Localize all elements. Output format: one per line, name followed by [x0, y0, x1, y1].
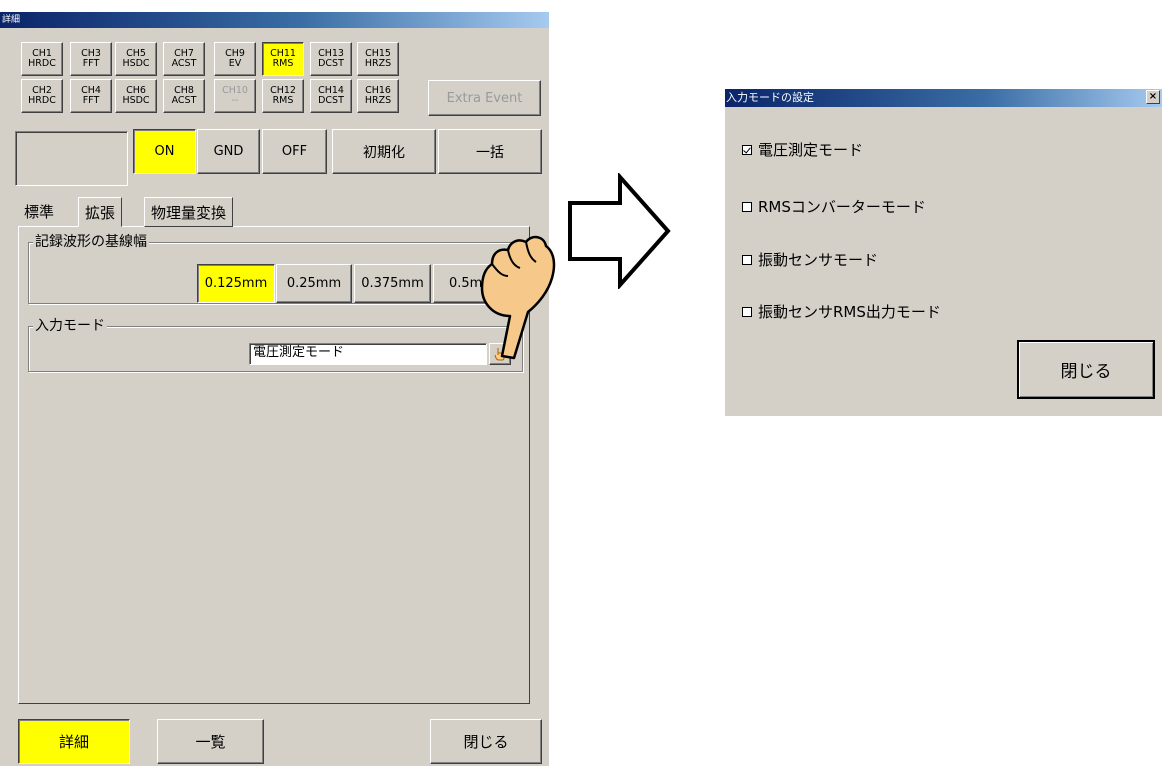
tab-physical-conversion[interactable]: 物理量変換: [144, 197, 234, 227]
input-mode-field: 電圧測定モード: [249, 343, 487, 365]
channel-button-ch11[interactable]: CH11 RMS: [262, 42, 304, 76]
channel-button-ch12[interactable]: CH12 RMS: [262, 79, 304, 113]
channel-button-ch1[interactable]: CH1 HRDC: [21, 42, 63, 76]
channel-button-ch3[interactable]: CH3 FFT: [70, 42, 112, 76]
dialog-title: 入力モードの設定: [726, 91, 814, 104]
tab-panel: 記録波形の基線幅 0.125mm 0.25mm 0.375mm 0.5mm 入力…: [18, 226, 536, 704]
baseline-option-0125[interactable]: 0.125mm: [197, 264, 275, 303]
gnd-button[interactable]: GND: [197, 129, 260, 174]
option-vibration-sensor-rms-mode[interactable]: 振動センサRMS出力モード: [742, 302, 941, 322]
extra-event-button[interactable]: Extra Event: [428, 80, 541, 116]
baseline-width-group: 記録波形の基線幅 0.125mm 0.25mm 0.375mm 0.5mm: [28, 234, 536, 304]
window-titlebar: 詳細: [0, 12, 549, 28]
channel-button-ch15[interactable]: CH15 HRZS: [357, 42, 399, 76]
on-button[interactable]: ON: [133, 129, 196, 174]
dialog-titlebar: 入力モードの設定 ×: [725, 89, 1162, 107]
channel-button-ch8[interactable]: CH8 ACST: [163, 79, 205, 113]
channel-button-ch7[interactable]: CH7 ACST: [163, 42, 205, 76]
tab-extended[interactable]: 拡張: [78, 197, 123, 227]
tab-standard[interactable]: 標準: [18, 197, 61, 227]
option-voltage-mode[interactable]: 電圧測定モード: [742, 140, 863, 160]
checkbox-vibration-sensor-mode[interactable]: [742, 255, 752, 265]
option-label: 振動センサRMS出力モード: [758, 303, 941, 321]
close-button[interactable]: 閉じる: [430, 719, 542, 764]
option-label: RMSコンバーターモード: [758, 198, 926, 216]
input-mode-dialog: 入力モードの設定 × 電圧測定モード RMSコンバーターモード 振動センサモード…: [725, 89, 1162, 416]
option-vibration-sensor-mode[interactable]: 振動センサモード: [742, 250, 878, 270]
channel-button-ch14[interactable]: CH14 DCST: [310, 79, 352, 113]
status-display: [15, 131, 128, 186]
option-label: 電圧測定モード: [758, 141, 864, 159]
input-mode-label: 入力モード: [33, 318, 107, 334]
batch-button[interactable]: 一括: [438, 129, 542, 174]
close-icon[interactable]: ×: [1146, 90, 1160, 104]
initialize-button[interactable]: 初期化: [332, 129, 436, 174]
detail-button[interactable]: 詳細: [18, 719, 130, 764]
checkbox-voltage-mode[interactable]: [742, 145, 752, 155]
baseline-option-025[interactable]: 0.25mm: [276, 264, 352, 303]
channel-button-ch13[interactable]: CH13 DCST: [310, 42, 352, 76]
channel-button-ch2[interactable]: CH2 HRDC: [21, 79, 63, 113]
list-button[interactable]: 一覧: [157, 719, 264, 764]
right-arrow-icon: [568, 173, 671, 289]
option-label: 振動センサモード: [758, 251, 879, 269]
channel-button-ch6[interactable]: CH6 HSDC: [115, 79, 157, 113]
detail-window: 詳細 CH1 HRDC CH3 FFT CH5 HSDC CH7 ACST CH9 EV …: [0, 12, 549, 766]
channel-button-ch9[interactable]: CH9 EV: [214, 42, 256, 76]
input-mode-group: 入力モード 電圧測定モード: [28, 318, 523, 372]
dialog-close-button[interactable]: 閉じる: [1017, 340, 1155, 399]
baseline-option-0375[interactable]: 0.375mm: [354, 264, 431, 303]
channel-button-ch10[interactable]: CH10 --: [214, 79, 256, 113]
pointing-hand-icon: [480, 235, 556, 360]
checkbox-vibration-sensor-rms-mode[interactable]: [742, 307, 752, 317]
channel-button-ch16[interactable]: CH16 HRZS: [357, 79, 399, 113]
channel-button-ch4[interactable]: CH4 FFT: [70, 79, 112, 113]
baseline-width-label: 記録波形の基線幅: [33, 234, 149, 250]
channel-button-ch5[interactable]: CH5 HSDC: [115, 42, 157, 76]
option-rms-converter-mode[interactable]: RMSコンバーターモード: [742, 197, 926, 217]
off-button[interactable]: OFF: [262, 129, 327, 174]
checkbox-rms-converter-mode[interactable]: [742, 202, 752, 212]
